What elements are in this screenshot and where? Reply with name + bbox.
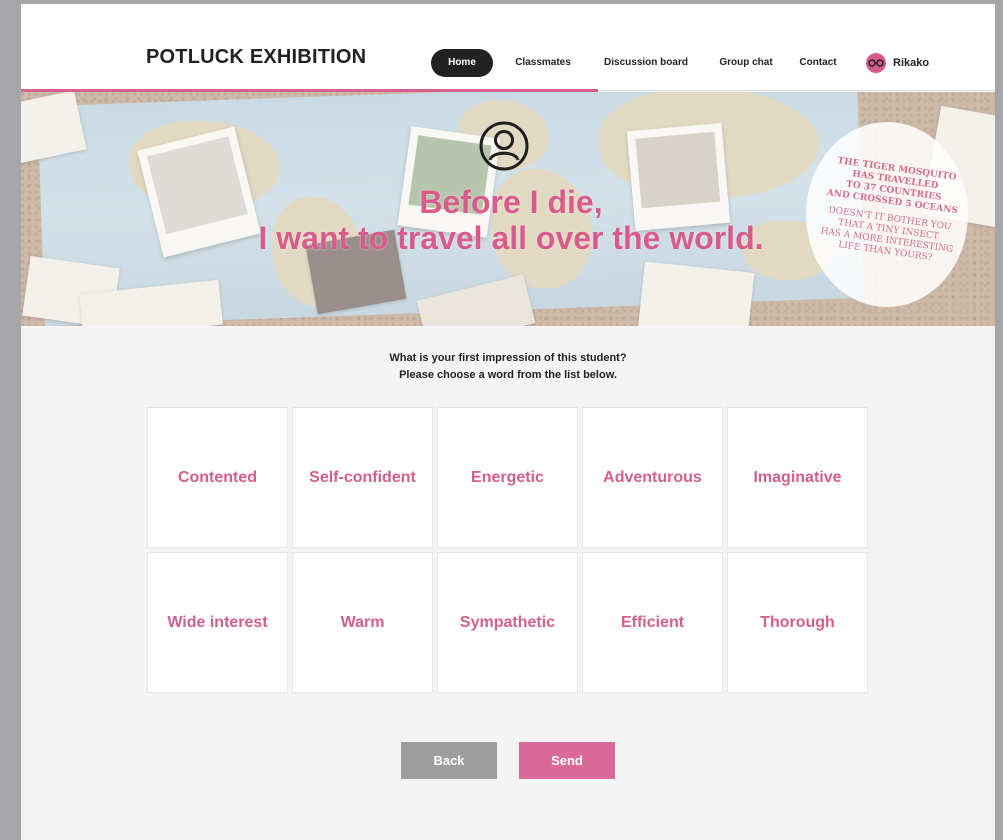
user-name: Rikako: [893, 57, 930, 69]
nav-contact[interactable]: Contact: [796, 49, 840, 77]
site-header: POTLUCK EXHIBITION Home Classmates Discu…: [21, 4, 995, 92]
impression-question: What is your first impression of this st…: [21, 350, 995, 384]
word-option-thorough[interactable]: Thorough: [727, 552, 868, 693]
hero-quote: Before I die, I want to travel all over …: [258, 184, 764, 256]
question-line-1: What is your first impression of this st…: [389, 352, 627, 364]
nav-discussion-board[interactable]: Discussion board: [603, 49, 689, 77]
nav-home[interactable]: Home: [431, 49, 493, 77]
word-option-sympathetic[interactable]: Sympathetic: [437, 552, 578, 693]
avatar-glasses-icon: [866, 53, 886, 73]
main-nav: Home Classmates Discussion board Group c…: [21, 49, 995, 77]
hero-banner: THE TIGER MOSQUITO HAS TRAVELLED TO 37 C…: [21, 92, 995, 326]
back-button[interactable]: Back: [401, 742, 497, 779]
word-option-self-confident[interactable]: Self-confident: [292, 407, 433, 548]
nav-classmates[interactable]: Classmates: [513, 49, 573, 77]
word-option-adventurous[interactable]: Adventurous: [582, 407, 723, 548]
word-choice-grid: Contented Self-confident Energetic Adven…: [147, 407, 869, 695]
nav-group-chat[interactable]: Group chat: [718, 49, 774, 77]
word-option-warm[interactable]: Warm: [292, 552, 433, 693]
question-line-2: Please choose a word from the list below…: [399, 369, 617, 381]
header-divider: [598, 90, 995, 91]
page-frame: POTLUCK EXHIBITION Home Classmates Discu…: [21, 4, 995, 840]
word-option-energetic[interactable]: Energetic: [437, 407, 578, 548]
word-option-efficient[interactable]: Efficient: [582, 552, 723, 693]
user-outline-icon: [479, 121, 529, 171]
word-option-wide-interest[interactable]: Wide interest: [147, 552, 288, 693]
send-button[interactable]: Send: [519, 742, 615, 779]
word-option-contented[interactable]: Contented: [147, 407, 288, 548]
user-menu[interactable]: Rikako: [866, 49, 946, 77]
word-option-imaginative[interactable]: Imaginative: [727, 407, 868, 548]
